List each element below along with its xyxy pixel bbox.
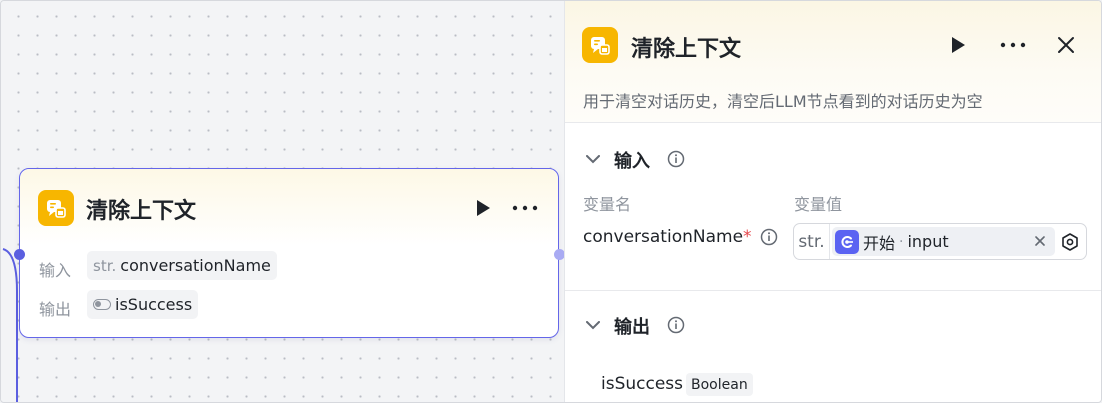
- output-var-name: isSuccess: [601, 374, 684, 394]
- ref-var: input: [907, 232, 949, 251]
- clear-context-icon: [38, 190, 74, 226]
- node-input-port[interactable]: [14, 249, 25, 260]
- node-output-name: isSuccess: [115, 295, 193, 314]
- clear-context-icon: [582, 27, 618, 63]
- clear-context-node[interactable]: 清除上下文 输入 str. conversationName 输出 isSucc…: [19, 168, 559, 338]
- node-input-type: str.: [93, 256, 117, 275]
- node-config-panel: 清除上下文 用于清空对话历史，清空后LLM节点看到的对话历史为空 输入 变量名 …: [564, 1, 1101, 402]
- info-icon[interactable]: [667, 316, 685, 334]
- col-var-name: 变量名: [583, 195, 632, 214]
- required-mark: *: [743, 227, 752, 247]
- input-var-name: conversationName*: [583, 227, 752, 247]
- ref-separator: ·: [899, 233, 904, 250]
- workflow-canvas[interactable]: 清除上下文 输入 str. conversationName 输出 isSucc…: [1, 1, 565, 402]
- output-var-type-badge: Boolean: [686, 373, 753, 396]
- node-input-chip: str. conversationName: [87, 251, 277, 280]
- node-output-chip: isSuccess: [87, 290, 199, 319]
- col-var-value: 变量值: [794, 195, 843, 214]
- node-title: 清除上下文: [86, 199, 197, 224]
- output-section-title[interactable]: 输出: [614, 313, 650, 339]
- ref-source: 开始: [863, 233, 896, 253]
- value-type-selector[interactable]: str.: [794, 224, 830, 259]
- run-icon[interactable]: [948, 35, 968, 55]
- run-icon[interactable]: [473, 198, 493, 218]
- more-icon[interactable]: [510, 198, 540, 218]
- node-input-label: 输入: [39, 261, 72, 280]
- workflow-editor: 清除上下文 输入 str. conversationName 输出 isSucc…: [0, 0, 1102, 403]
- info-icon[interactable]: [667, 150, 685, 168]
- info-icon[interactable]: [760, 228, 778, 246]
- input-var-name-text: conversationName: [583, 227, 744, 247]
- chevron-down-icon[interactable]: [585, 151, 601, 167]
- close-icon[interactable]: [1055, 34, 1077, 56]
- panel-title: 清除上下文: [631, 37, 742, 62]
- settings-icon[interactable]: [1060, 232, 1080, 252]
- boolean-icon: [93, 299, 111, 310]
- node-input-name: conversationName: [120, 256, 271, 275]
- input-section-title[interactable]: 输入: [614, 147, 650, 173]
- section-divider: [565, 290, 1101, 291]
- clear-icon[interactable]: [1033, 234, 1047, 248]
- node-output-label: 输出: [39, 300, 72, 319]
- chevron-down-icon[interactable]: [585, 317, 601, 333]
- more-icon[interactable]: [998, 35, 1028, 55]
- start-node-icon: [835, 229, 859, 254]
- variable-value-input[interactable]: str. 开始 · input: [793, 223, 1087, 260]
- panel-description: 用于清空对话历史，清空后LLM节点看到的对话历史为空: [583, 92, 983, 111]
- variable-reference-chip[interactable]: 开始 · input: [832, 227, 1055, 256]
